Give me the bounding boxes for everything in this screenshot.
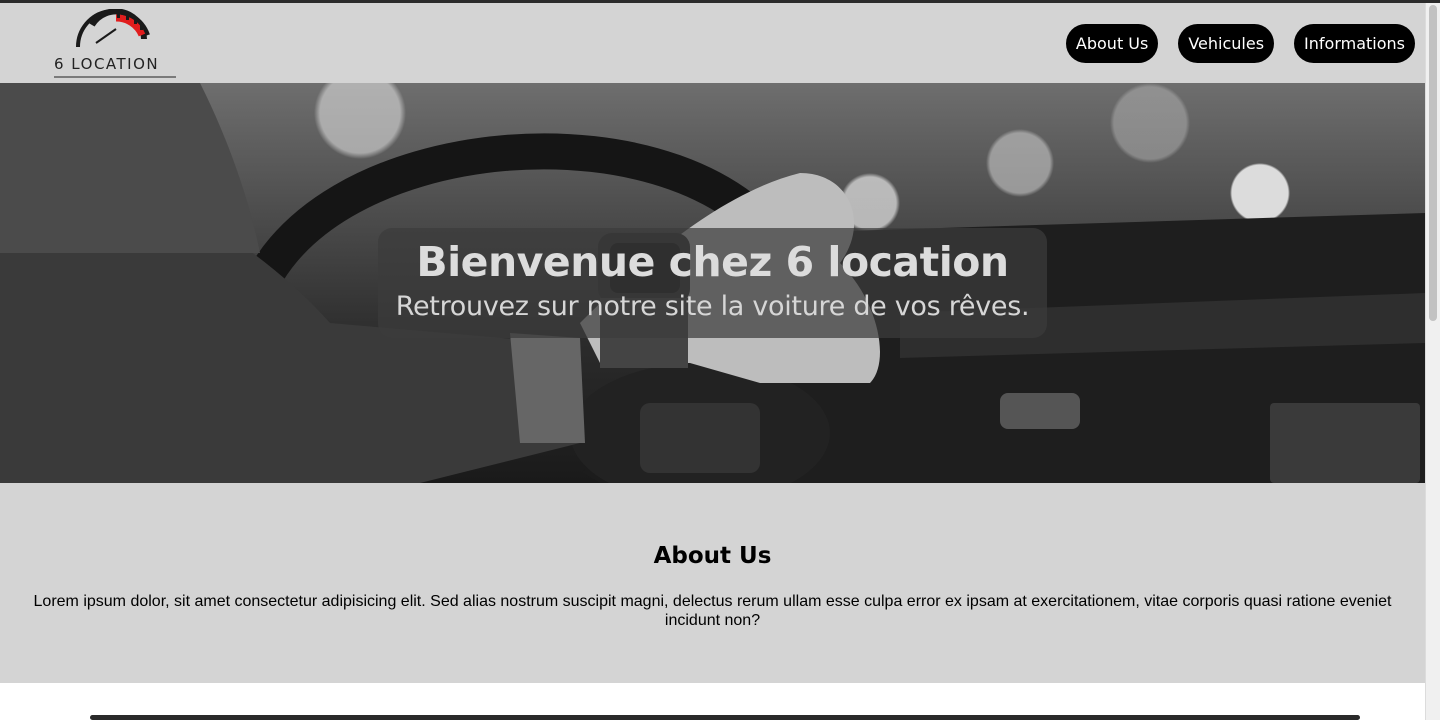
site-logo[interactable]: 6 LOCATION	[52, 9, 178, 78]
vertical-scrollbar[interactable]	[1425, 3, 1440, 720]
site-header: 6 LOCATION About Us Vehicules Informatio…	[0, 3, 1425, 83]
nav-vehicules-button[interactable]: Vehicules	[1178, 24, 1275, 63]
about-section: About Us Lorem ipsum dolor, sit amet con…	[0, 483, 1425, 683]
hero-caption: Bienvenue chez 6 location Retrouvez sur …	[378, 228, 1047, 338]
about-text: Lorem ipsum dolor, sit amet consectetur …	[33, 593, 1392, 629]
main-nav: About Us Vehicules Informations	[1065, 24, 1415, 63]
scrollbar-thumb[interactable]	[1429, 5, 1437, 321]
next-section-edge	[90, 715, 1360, 720]
hero-title: Bienvenue chez 6 location	[416, 238, 1009, 286]
nav-informations-button[interactable]: Informations	[1294, 24, 1415, 63]
hero-subtitle: Retrouvez sur notre site la voiture de v…	[395, 291, 1030, 322]
about-title: About Us	[653, 543, 772, 569]
speedometer-icon	[75, 9, 150, 48]
logo-underline	[54, 76, 176, 78]
page: 6 LOCATION About Us Vehicules Informatio…	[0, 3, 1425, 720]
hero-banner: Bienvenue chez 6 location Retrouvez sur …	[0, 83, 1425, 483]
logo-text: 6 LOCATION	[54, 55, 160, 73]
nav-about-us-button[interactable]: About Us	[1065, 24, 1159, 63]
